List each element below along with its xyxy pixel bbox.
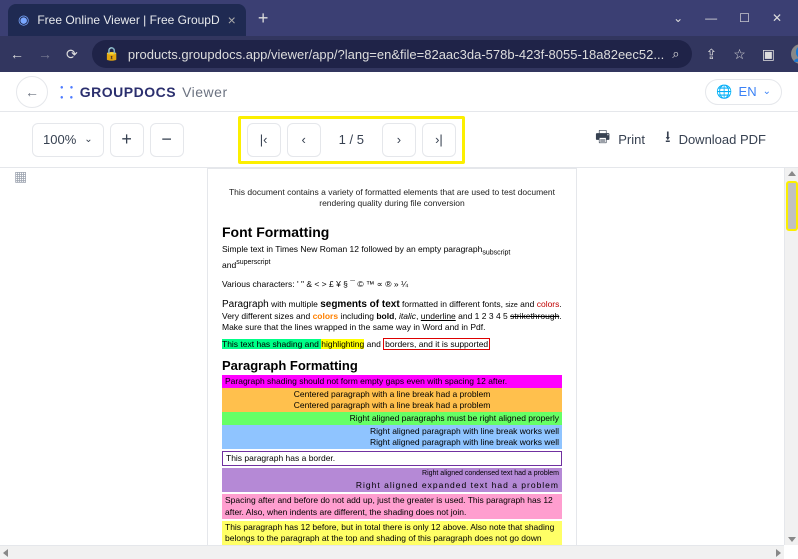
eye-icon: ◉ <box>18 12 29 28</box>
tab-title: Free Online Viewer | Free GroupD <box>37 13 219 27</box>
close-icon[interactable]: × <box>228 12 236 28</box>
doc-row-green: Right aligned paragraphs must be right a… <box>222 412 562 425</box>
document-scroll-area[interactable]: This document contains a variety of form… <box>0 168 784 545</box>
doc-heading-1: Font Formatting <box>222 223 562 241</box>
print-button[interactable]: 🖶 Print <box>595 126 645 153</box>
last-page-button[interactable]: ›| <box>422 123 456 157</box>
zoom-value: 100% <box>43 132 76 147</box>
back-icon[interactable]: ← <box>10 46 24 62</box>
pagination-group: |‹ ‹ 1 / 5 › ›| <box>238 116 465 164</box>
horizontal-scrollbar[interactable] <box>0 545 784 559</box>
brand-logo[interactable]: ⸬ GROUPDOCS Viewer <box>60 81 228 103</box>
lock-icon: 🔒 <box>104 46 120 62</box>
url-text: products.groupdocs.app/viewer/app/?lang=… <box>128 47 664 62</box>
next-page-button[interactable]: › <box>382 123 416 157</box>
doc-segments: Paragraph with multiple segments of text… <box>222 298 562 333</box>
new-tab-button[interactable]: + <box>258 8 269 29</box>
search-icon[interactable]: ⌕ <box>672 46 679 62</box>
zoom-out-button[interactable]: − <box>150 123 184 157</box>
extensions-icon[interactable]: ▣ <box>762 46 775 63</box>
globe-icon: 🌐 <box>716 84 732 100</box>
doc-row-blue: Right aligned paragraph with line break … <box>222 425 562 449</box>
download-button[interactable]: ⭳ Download PDF <box>665 126 766 153</box>
brand-name: GROUPDOCS <box>80 84 176 100</box>
language-code: EN <box>739 84 757 99</box>
doc-row-magenta: Paragraph shading should not form empty … <box>222 375 562 388</box>
doc-topnote: This document contains a variety of form… <box>222 187 562 209</box>
download-icon: ⭳ <box>665 126 671 153</box>
doc-various-chars: Various characters: ' " & < > £ ¥ § ¯ © … <box>222 279 562 290</box>
zoom-select[interactable]: 100% ⌄ <box>32 123 104 157</box>
chevron-down-icon[interactable]: ⌄ <box>673 11 683 25</box>
forward-icon: → <box>38 46 52 62</box>
address-bar[interactable]: 🔒 products.groupdocs.app/viewer/app/?lan… <box>92 40 692 68</box>
browser-tab[interactable]: ◉ Free Online Viewer | Free GroupD × <box>8 4 246 36</box>
doc-row-bordered: This paragraph has a border. <box>222 451 562 466</box>
document-page: This document contains a variety of form… <box>207 168 577 545</box>
product-name: Viewer <box>182 84 228 100</box>
print-icon: 🖶 <box>595 126 610 153</box>
chevron-down-icon: ⌄ <box>84 134 92 145</box>
print-label: Print <box>618 132 645 147</box>
doc-row-pink: Spacing after and before do not add up, … <box>222 494 562 518</box>
star-icon[interactable]: ☆ <box>733 46 746 63</box>
reload-icon[interactable]: ⟳ <box>66 46 78 63</box>
zoom-in-button[interactable]: + <box>110 123 144 157</box>
maximize-icon[interactable]: ☐ <box>739 11 750 25</box>
minimize-icon[interactable]: ― <box>705 11 717 25</box>
page-indicator: 1 / 5 <box>327 132 376 147</box>
close-window-icon[interactable]: ✕ <box>772 11 782 25</box>
logo-icon: ⸬ <box>60 81 74 103</box>
vertical-scrollbar[interactable] <box>784 168 798 545</box>
first-page-button[interactable]: |‹ <box>247 123 281 157</box>
doc-row-purple-small: Right aligned condensed text had a probl… <box>222 468 562 479</box>
download-label: Download PDF <box>679 132 766 147</box>
doc-simple-text: Simple text in Times New Roman 12 follow… <box>222 244 562 271</box>
doc-row-yellow: This paragraph has 12 before, but in tot… <box>222 521 562 545</box>
app-back-button[interactable]: ← <box>16 76 48 108</box>
doc-heading-2: Paragraph Formatting <box>222 358 562 375</box>
prev-page-button[interactable]: ‹ <box>287 123 321 157</box>
doc-highlight-line: This text has shading and highlighting a… <box>222 339 562 350</box>
scrollbar-thumb[interactable] <box>787 182 797 230</box>
chevron-down-icon: ⌄ <box>763 86 771 97</box>
share-icon[interactable]: ⇪ <box>706 46 718 63</box>
doc-row-orange: Centered paragraph with a line break had… <box>222 388 562 412</box>
profile-icon[interactable]: 👤 <box>791 44 798 64</box>
language-selector[interactable]: 🌐 EN ⌄ <box>705 79 782 105</box>
doc-row-purple: Right aligned expanded text had a proble… <box>222 479 562 492</box>
